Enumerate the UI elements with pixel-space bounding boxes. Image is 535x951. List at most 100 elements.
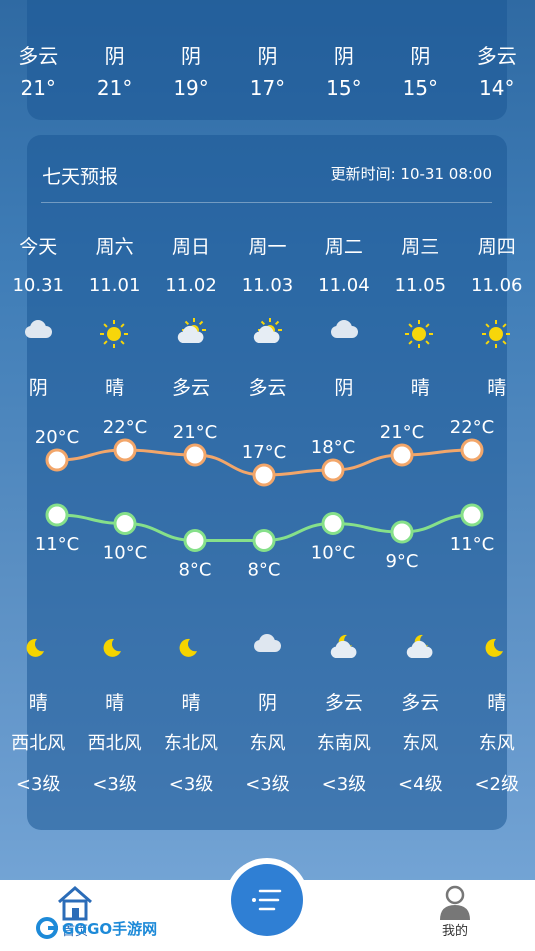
wind-level: <3级 [168,774,214,795]
moon-cloud-icon [312,628,376,668]
wind-direction: 东风 [402,733,439,754]
moon-cloud-icon [388,628,452,668]
high-temp-label: 21°C [380,422,424,443]
low-temp-label: 10°C [103,543,147,564]
wind-level: <3级 [321,774,367,795]
low-temp-point [183,529,207,552]
prev-temp: 21° [20,76,56,100]
weekday-row: 今天 周六 周日 周一 周二 周三 周四 [0,232,535,259]
weekday-label: 周二 [324,236,363,258]
high-temp-point [113,438,137,462]
low-temp-label: 9°C [385,551,418,572]
high-temp-point [252,463,276,487]
cloud-icon [235,628,299,668]
date-label: 11.06 [470,275,523,296]
weekday-label: 周三 [401,236,440,258]
high-temp-point [390,443,414,467]
low-temp-label: 11°C [35,534,79,555]
low-temp-point [390,520,414,544]
sun-cloud-icon [235,314,299,354]
wind-level-row: <3级 <3级 <3级 <3级 <3级 <4级 <2级 [0,770,535,796]
wind-level: <2级 [474,774,519,795]
night-condition: 多云 [401,692,440,714]
prev-cond: 阴 [257,44,278,68]
person-icon [440,885,470,920]
night-condition: 晴 [181,692,201,714]
day-condition: 阴 [28,377,48,399]
prev-temp: 15° [326,76,362,100]
night-condition: 晴 [28,692,48,714]
low-temp-point [252,529,276,552]
wind-level: <4级 [398,774,443,795]
date-label: 11.02 [165,275,217,296]
sun-cloud-icon [159,314,223,354]
high-temp-label: 17°C [242,442,286,463]
weekday-label: 今天 [19,236,58,258]
high-temp-label: 22°C [103,417,147,438]
high-temp-point [460,438,484,462]
temperature-chart: 20°C 22°C 21°C 17°C 18°C 21°C 22°C 11°C 10°C 8°C 8… [35,417,494,581]
date-label: 11.05 [394,275,447,296]
watermark-logo: GOGO手游网 [36,917,157,939]
prev-temp: 19° [173,76,209,100]
date-label: 11.03 [241,275,294,296]
weekday-label: 周四 [477,236,516,258]
moon-icon [159,628,223,668]
day-icon-row [0,314,535,354]
night-condition: 阴 [257,692,277,714]
wind-level: <3级 [92,774,137,795]
prev-cond: 阴 [104,44,125,68]
low-temp-label: 10°C [311,543,355,564]
day-condition: 晴 [410,377,430,399]
wind-direction: 西北风 [87,733,142,754]
moon-icon [6,628,70,668]
night-condition: 多云 [324,692,363,714]
menu-lines-icon [252,889,282,911]
low-temp-label: 8°C [247,560,280,581]
gogo-logo-icon [36,917,58,939]
forecast-title: 七天预报 [42,166,119,188]
tab-profile[interactable]: 我的 [422,884,488,948]
wind-level: <3级 [15,774,61,795]
moon-icon [465,628,529,668]
day-condition: 多云 [248,377,287,399]
wind-direction: 东北风 [164,733,219,754]
watermark-text: GOGO手游网 [62,919,158,938]
high-temp-point [321,458,345,482]
center-menu-button[interactable] [231,864,303,936]
high-temp-label: 20°C [35,427,79,448]
sun-icon [388,314,452,354]
high-temp-label: 22°C [450,417,494,438]
weekday-label: 周一 [248,236,287,258]
day-condition-row: 阴 晴 多云 多云 阴 晴 晴 [0,373,535,400]
date-label: 11.01 [88,275,141,296]
day-condition: 晴 [105,377,125,399]
wind-level: <3级 [245,774,290,795]
update-time: 更新时间: 10-31 08:00 [330,165,492,183]
prev-cond: 阴 [410,44,431,68]
prev-cond: 多云 [18,44,59,68]
night-condition-row: 晴 晴 晴 阴 多云 多云 晴 [0,688,535,715]
high-temp-point [45,448,69,472]
prev-cond: 多云 [476,44,517,68]
night-condition: 晴 [487,692,507,714]
date-row: 10.31 11.01 11.02 11.03 11.04 11.05 11.0… [0,275,535,296]
sun-icon [465,314,529,354]
wind-direction: 东风 [478,733,515,754]
high-temp-point [183,443,207,467]
day-condition: 多云 [172,377,211,399]
wind-direction: 西北风 [11,733,66,754]
high-temp-label: 18°C [311,437,355,458]
tab-profile-label: 我的 [441,924,468,939]
prev-cond: 阴 [181,44,202,68]
prev-cond: 阴 [333,44,354,68]
low-temp-label: 8°C [178,560,211,581]
date-label: 10.31 [12,275,64,296]
low-temp-point [321,512,345,535]
day-condition: 晴 [487,377,507,399]
high-temp-label: 21°C [173,422,217,443]
divider [41,202,492,203]
low-temp-point [113,512,137,535]
cloud-icon [312,314,376,354]
low-temp-label: 11°C [450,534,494,555]
